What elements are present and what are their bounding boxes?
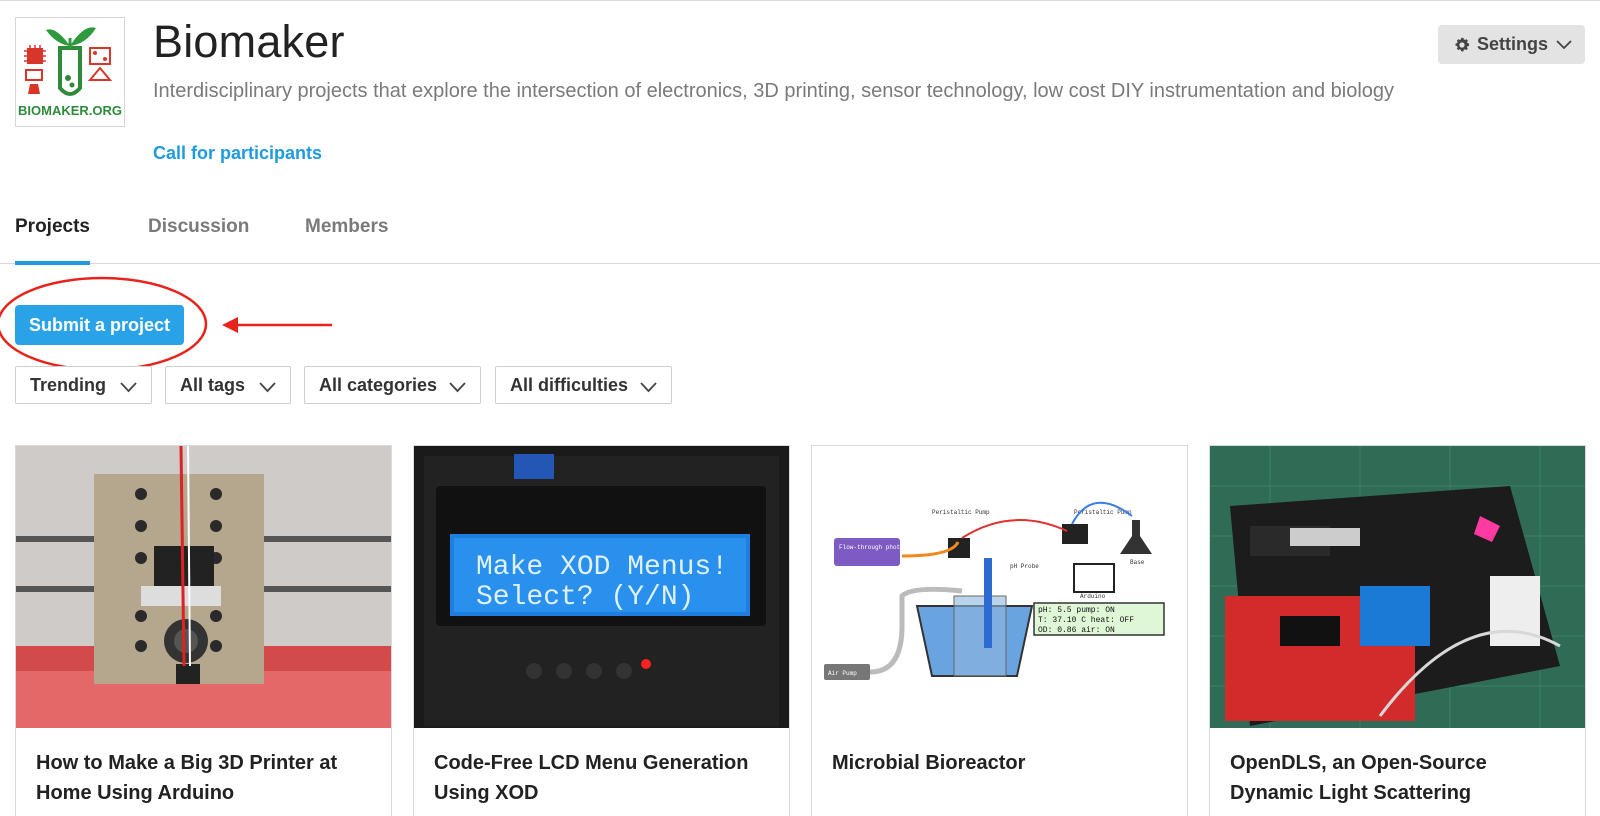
label-base: Base: [1130, 559, 1145, 566]
call-for-participants-link[interactable]: Call for participants: [153, 143, 322, 164]
label-photometer: Flow-through photometer: [839, 544, 922, 551]
label-pump-1: Peristaltic Pump: [932, 509, 990, 516]
settings-button[interactable]: Settings: [1438, 25, 1585, 64]
settings-label: Settings: [1477, 34, 1549, 54]
tab-bar: Projects Discussion Members: [0, 214, 1600, 265]
project-thumbnail-3d-printer: [16, 446, 391, 728]
filter-categories-dropdown[interactable]: All categories: [304, 366, 481, 404]
project-card-title: Code-Free LCD Menu Generation Using XOD: [434, 752, 749, 804]
tab-discussion[interactable]: Discussion: [148, 214, 249, 264]
filter-tags-dropdown[interactable]: All tags: [165, 366, 291, 404]
chevron-down-icon: [120, 377, 137, 398]
readout-line-2: T: 37.10 C heat: OFF: [1038, 616, 1134, 625]
project-thumbnail-opendls: [1210, 446, 1585, 728]
chevron-down-icon: [259, 377, 276, 398]
project-card-title: How to Make a Big 3D Printer at Home Usi…: [36, 752, 338, 804]
label-probe: pH Probe: [1010, 563, 1039, 570]
chevron-down-icon: [449, 377, 466, 398]
page-title: Biomaker: [153, 16, 345, 67]
readout-line-1: pH: 5.5 pump: ON: [1038, 606, 1115, 615]
annotation-arrow-head: [222, 317, 238, 333]
project-card-title: Microbial Bioreactor: [832, 752, 1026, 774]
gear-icon: [1453, 36, 1471, 54]
logo-text: BIOMAKER.ORG: [18, 103, 122, 118]
label-arduino: Arduino: [1080, 593, 1106, 600]
label-air-pump: Air Pump: [828, 670, 857, 677]
group-description: Interdisciplinary projects that explore …: [153, 80, 1395, 102]
project-card-title: OpenDLS, an Open-Source Dynamic Light Sc…: [1230, 752, 1487, 804]
group-logo[interactable]: BIOMAKER.ORG: [15, 17, 125, 127]
project-card[interactable]: Make XOD Menus! Select? (Y/N) Code-Free …: [413, 445, 790, 816]
filter-difficulties-label: All difficulties: [510, 374, 629, 395]
project-card[interactable]: OpenDLS, an Open-Source Dynamic Light Sc…: [1209, 445, 1586, 816]
filter-sort-label: Trending: [30, 374, 106, 395]
chevron-down-icon: [640, 377, 657, 398]
tab-projects[interactable]: Projects: [15, 214, 90, 265]
submit-project-button[interactable]: Submit a project: [15, 305, 184, 345]
lcd-text-line-2: Select? (Y/N): [476, 582, 694, 613]
readout-line-3: OD: 0.86 air: ON: [1038, 626, 1115, 635]
top-divider: [0, 0, 1600, 1]
filter-difficulties-dropdown[interactable]: All difficulties: [495, 366, 672, 404]
project-card[interactable]: Flow-through photometer Air Pump Perista…: [811, 445, 1188, 816]
project-card[interactable]: How to Make a Big 3D Printer at Home Usi…: [15, 445, 392, 816]
filter-categories-label: All categories: [319, 374, 438, 395]
lcd-text-line-1: Make XOD Menus!: [476, 552, 728, 583]
chevron-down-icon: [1556, 34, 1572, 55]
project-thumbnail-bioreactor: Flow-through photometer Air Pump Perista…: [812, 446, 1187, 728]
project-thumbnail-lcd: Make XOD Menus! Select? (Y/N): [414, 446, 789, 728]
tab-members[interactable]: Members: [305, 214, 388, 264]
filter-tags-label: All tags: [180, 374, 246, 395]
filter-sort-dropdown[interactable]: Trending: [15, 366, 152, 404]
